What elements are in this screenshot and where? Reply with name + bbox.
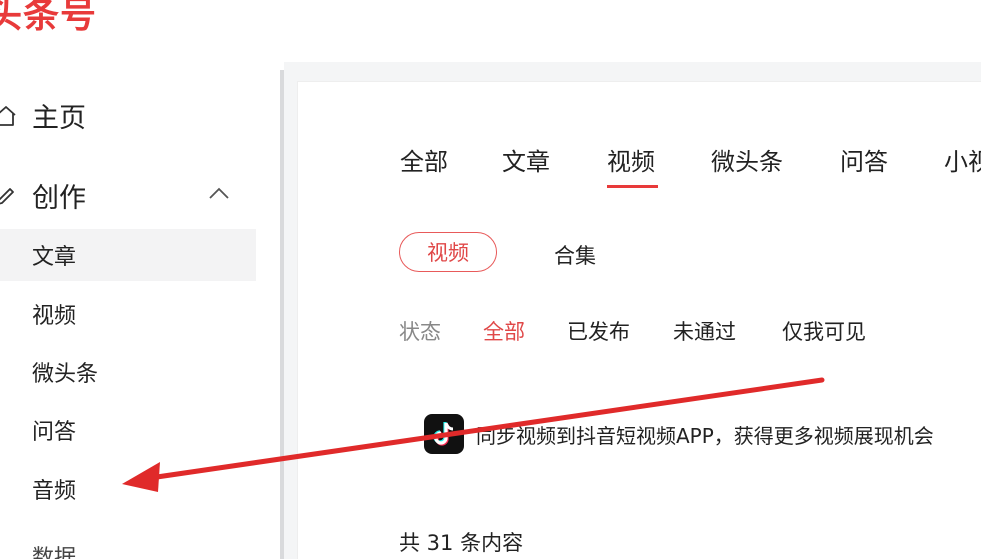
sidebar-subitem-article[interactable]: 文章 [0, 229, 256, 281]
sidebar-item-create[interactable]: 创作 [0, 176, 240, 215]
sidebar-item-create-label: 创作 [32, 183, 86, 214]
brand-logo[interactable]: 头条号 [0, 0, 97, 38]
sidebar-subitem-label: 音频 [32, 479, 77, 504]
subtab-collection[interactable]: 合集 [554, 240, 596, 270]
status-filter-label: 状态 [399, 320, 441, 344]
active-tab-indicator [607, 185, 658, 188]
banner-text: 同步视频到抖音短视频APP，获得更多视频展现机会 [476, 424, 934, 448]
sidebar-subitem-qa[interactable]: 问答 [0, 404, 256, 456]
filter-all[interactable]: 全部 [483, 316, 525, 346]
sidebar-subitem-weitoutiao[interactable]: 微头条 [0, 346, 256, 398]
subtab-video[interactable]: 视频 [399, 232, 497, 272]
chevron-up-icon[interactable] [208, 186, 230, 200]
tab-qa[interactable]: 问答 [840, 142, 888, 177]
filter-private[interactable]: 仅我可见 [782, 316, 866, 346]
sidebar-subitem-label: 视频 [32, 304, 77, 329]
tab-video[interactable]: 视频 [607, 142, 655, 177]
tab-short-video[interactable]: 小视 [944, 142, 981, 177]
sidebar-item-data-label: 数据 [32, 546, 77, 559]
sidebar-item-home[interactable]: 主页 [0, 96, 86, 135]
tiktok-icon [424, 414, 464, 454]
top-header: 头条号 [0, 0, 981, 62]
sidebar-item-home-label: 主页 [32, 103, 86, 134]
filter-rejected[interactable]: 未通过 [673, 316, 736, 346]
sidebar-subitem-video[interactable]: 视频 [0, 288, 256, 340]
content-count: 共 31 条内容 [399, 531, 524, 555]
tab-all[interactable]: 全部 [400, 142, 448, 177]
sidebar-subitem-label: 文章 [32, 245, 77, 270]
tab-article[interactable]: 文章 [502, 142, 550, 177]
home-icon [0, 102, 20, 130]
sidebar-subitem-label: 微头条 [32, 362, 99, 387]
filter-published[interactable]: 已发布 [567, 316, 630, 346]
sidebar-subitem-label: 问答 [32, 420, 77, 445]
app-window: 头条号 主页 创作 文章 视频 微头条 问答 音频 数据 全部 文章 视频 微头… [0, 0, 981, 559]
edit-icon [0, 182, 20, 210]
sidebar-subitem-audio[interactable]: 音频 [0, 463, 256, 515]
tab-weitoutiao[interactable]: 微头条 [711, 142, 783, 177]
sidebar-item-data[interactable]: 数据 [0, 530, 256, 559]
